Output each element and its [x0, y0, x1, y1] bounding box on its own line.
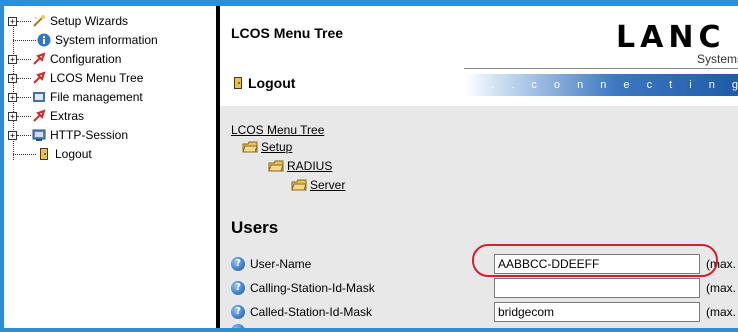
field-max-hint: (max. — [706, 305, 736, 319]
tree-branch — [17, 58, 31, 60]
breadcrumb-radius-label: RADIUS — [287, 159, 333, 173]
tree-item-label: Configuration — [50, 52, 122, 66]
breadcrumb-server-label: Server — [310, 178, 346, 192]
breadcrumb-server[interactable]: Server — [291, 178, 345, 192]
tree-branch — [13, 153, 36, 155]
expand-plus-icon[interactable]: + — [8, 111, 17, 121]
tree-item-extras[interactable]: + Extras — [8, 107, 84, 125]
field-label-text: Called-Station-Id-Mask — [250, 305, 373, 319]
field-label: ? Called-Station-Id-Mask — [231, 305, 372, 319]
menu-tree-arrow-icon — [32, 71, 46, 85]
tree-item-label: Setup Wizards — [50, 14, 129, 28]
help-icon[interactable]: ? — [231, 257, 245, 271]
tree-item-lcos-menu-tree[interactable]: + LCOS Menu Tree — [8, 69, 143, 87]
expand-plus-icon[interactable]: + — [8, 73, 17, 83]
tree-item-http-session[interactable]: + HTTP-Session — [8, 126, 128, 144]
tree-item-label: File management — [50, 90, 143, 104]
tree-item-label: Logout — [55, 147, 92, 161]
help-icon[interactable]: ? — [231, 281, 245, 295]
logout-label: Logout — [248, 75, 296, 91]
breadcrumb-root-label: LCOS Menu Tree — [231, 123, 325, 137]
brand-logo: LANC — [616, 20, 726, 55]
tree-branch — [17, 20, 31, 22]
tree-item-system-information[interactable]: System information — [8, 31, 158, 49]
main-panel: LCOS Menu Tree Setup RADIUS Server Users… — [220, 106, 738, 328]
form-row-called-station-id-mask: ? Called-Station-Id-Mask (max. — [220, 302, 738, 324]
breadcrumb-root[interactable]: LCOS Menu Tree — [231, 123, 324, 137]
tree-branch — [13, 39, 36, 41]
called-station-id-mask-input[interactable] — [494, 302, 700, 322]
folder-icon — [291, 179, 307, 191]
page-header: LCOS Menu Tree Logout LANC Systems . . .… — [220, 6, 738, 106]
field-label-text: Calling-Station-Id-Mask — [250, 281, 375, 295]
field-label — [231, 324, 250, 328]
expand-plus-icon[interactable]: + — [8, 92, 17, 102]
tree-item-label: HTTP-Session — [50, 128, 129, 142]
annotation-highlight-ring — [472, 244, 718, 277]
tree-branch — [17, 96, 31, 98]
tree-item-label: Extras — [50, 109, 85, 123]
brand-slogan-banner: . . . c o n n e c t i n g y o u r — [465, 74, 738, 96]
help-icon[interactable] — [231, 324, 245, 328]
tree-item-configuration[interactable]: + Configuration — [8, 50, 121, 68]
logout-icon — [231, 76, 245, 90]
tree-item-logout[interactable]: Logout — [8, 145, 92, 163]
tree-branch — [17, 115, 31, 117]
folder-icon — [242, 141, 258, 153]
file-icon — [32, 90, 46, 104]
tree-item-label: LCOS Menu Tree — [50, 71, 144, 85]
field-label: ? User-Name — [231, 257, 311, 271]
extras-arrow-icon — [32, 109, 46, 123]
brand-divider — [464, 68, 738, 69]
logout-button[interactable]: Logout — [231, 75, 295, 91]
form-row-calling-station-id-mask: ? Calling-Station-Id-Mask (max. — [220, 278, 738, 300]
expand-plus-icon[interactable]: + — [8, 130, 17, 140]
help-icon[interactable]: ? — [231, 305, 245, 319]
config-arrow-icon — [32, 52, 46, 66]
navigation-tree: + Setup Wizards System information + Con… — [4, 6, 216, 328]
calling-station-id-mask-input[interactable] — [494, 278, 700, 298]
content-pane: LCOS Menu Tree Logout LANC Systems . . .… — [220, 6, 738, 328]
breadcrumb-radius[interactable]: RADIUS — [268, 159, 332, 173]
section-title: Users — [231, 218, 279, 237]
field-label: ? Calling-Station-Id-Mask — [231, 281, 375, 295]
tree-item-setup-wizards[interactable]: + Setup Wizards — [8, 12, 128, 30]
page-title: LCOS Menu Tree — [231, 25, 344, 41]
tree-item-label: System information — [55, 33, 158, 47]
breadcrumb-setup[interactable]: Setup — [242, 140, 292, 154]
tree-branch — [17, 134, 31, 136]
brand-slogan: . . . c o n n e c t i n g y o u r — [471, 79, 738, 91]
field-label-text: User-Name — [250, 257, 312, 271]
tree-item-file-management[interactable]: + File management — [8, 88, 143, 106]
info-icon — [37, 33, 51, 47]
window-frame-bottom — [0, 328, 738, 332]
wand-icon — [32, 14, 46, 28]
expand-plus-icon[interactable]: + — [8, 54, 17, 64]
field-max-hint: (max. — [706, 281, 736, 295]
logout-icon — [37, 147, 51, 161]
folder-icon — [268, 160, 284, 172]
brand-subtitle: Systems — [697, 52, 738, 66]
form-row-partial — [220, 324, 738, 328]
breadcrumb-setup-label: Setup — [261, 140, 293, 154]
expand-plus-icon[interactable]: + — [8, 16, 17, 26]
session-icon — [32, 128, 46, 142]
tree-branch — [17, 77, 31, 79]
